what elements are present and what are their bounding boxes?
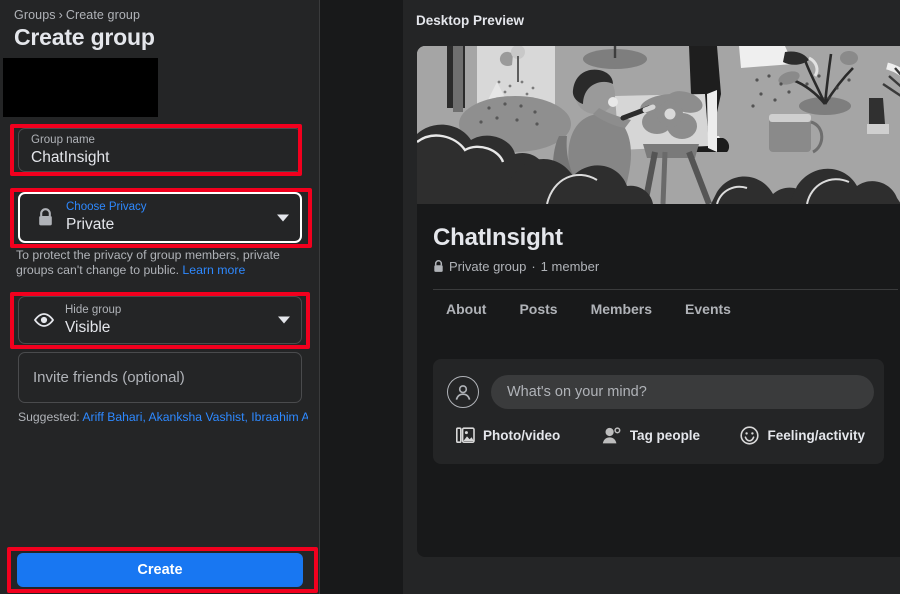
photo-video-label: Photo/video bbox=[483, 427, 561, 443]
tab-members[interactable]: Members bbox=[591, 301, 652, 317]
page-title: Create group bbox=[14, 24, 155, 50]
tag-people-button[interactable]: Tag people bbox=[602, 425, 740, 445]
privacy-field[interactable]: Choose Privacy Private bbox=[18, 192, 302, 243]
group-name-label: Group name bbox=[31, 134, 95, 146]
lock-icon bbox=[433, 260, 444, 273]
group-preview-card: ChatInsight Private group · 1 member Abo… bbox=[417, 46, 900, 557]
preview-group-name: ChatInsight bbox=[433, 224, 563, 251]
privacy-note: To protect the privacy of group members,… bbox=[16, 248, 308, 278]
hide-group-field[interactable]: Hide group Visible bbox=[18, 296, 302, 344]
breadcrumb: Groups › Create group bbox=[14, 8, 140, 22]
feeling-activity-button[interactable]: Feeling/activity bbox=[739, 425, 865, 445]
eye-icon bbox=[33, 309, 55, 331]
composer-input[interactable]: What's on your mind? bbox=[491, 375, 874, 409]
create-group-sidebar: Groups › Create group Create group Group n… bbox=[0, 0, 320, 594]
avatar bbox=[447, 376, 479, 408]
tabs-divider bbox=[433, 289, 898, 290]
desktop-preview-panel: Desktop Preview ChatInsight Private grou… bbox=[403, 0, 900, 594]
suggested-label: Suggested: bbox=[18, 410, 80, 424]
invite-friends-placeholder: Invite friends (optional) bbox=[33, 369, 185, 386]
preview-privacy-text: Private group bbox=[449, 259, 527, 274]
breadcrumb-parent[interactable]: Groups bbox=[14, 8, 56, 22]
cover-photo-placeholder bbox=[3, 58, 158, 117]
lock-icon bbox=[34, 207, 56, 229]
composer-top-row: What's on your mind? bbox=[447, 375, 874, 409]
suggested-names[interactable]: Ariff Bahari, Akanksha Vashist, Ibraahim… bbox=[82, 410, 308, 424]
chevron-down-icon[interactable] bbox=[277, 214, 289, 221]
hide-group-value: Visible bbox=[65, 318, 111, 336]
photo-video-button[interactable]: Photo/video bbox=[455, 425, 602, 445]
learn-more-link[interactable]: Learn more bbox=[182, 263, 245, 277]
desktop-preview-title: Desktop Preview bbox=[416, 13, 525, 28]
tab-events[interactable]: Events bbox=[685, 301, 731, 317]
breadcrumb-separator: › bbox=[58, 8, 63, 22]
tab-posts[interactable]: Posts bbox=[519, 301, 557, 317]
app-root: Groups › Create group Create group Group n… bbox=[0, 0, 900, 594]
chevron-down-icon[interactable] bbox=[278, 316, 290, 324]
hide-group-label: Hide group bbox=[65, 303, 122, 316]
group-name-field[interactable]: Group name ChatInsight bbox=[18, 128, 302, 172]
privacy-value: Private bbox=[66, 216, 115, 233]
create-button[interactable]: Create bbox=[17, 553, 303, 587]
cover-illustration bbox=[417, 46, 900, 204]
invite-friends-field[interactable]: Invite friends (optional) bbox=[18, 352, 302, 403]
meta-separator: · bbox=[531, 259, 536, 274]
post-composer: What's on your mind? Photo/video Tag peo… bbox=[433, 359, 884, 464]
feeling-activity-label: Feeling/activity bbox=[767, 427, 865, 443]
tab-about[interactable]: About bbox=[446, 301, 486, 317]
privacy-label: Choose Privacy bbox=[66, 201, 147, 213]
preview-tabs: About Posts Members Events bbox=[446, 301, 731, 317]
tag-people-label: Tag people bbox=[629, 427, 701, 443]
tag-people-icon bbox=[602, 425, 622, 445]
breadcrumb-current: Create group bbox=[65, 8, 141, 22]
preview-member-count: 1 member bbox=[540, 259, 600, 274]
suggested-friends: Suggested: Ariff Bahari, Akanksha Vashis… bbox=[18, 410, 308, 424]
photo-video-icon bbox=[455, 425, 475, 445]
group-name-input[interactable]: ChatInsight bbox=[31, 148, 289, 167]
feeling-activity-icon bbox=[739, 425, 759, 445]
preview-group-meta: Private group · 1 member bbox=[433, 259, 599, 274]
composer-actions: Photo/video Tag people Feeling/activity bbox=[455, 425, 865, 445]
